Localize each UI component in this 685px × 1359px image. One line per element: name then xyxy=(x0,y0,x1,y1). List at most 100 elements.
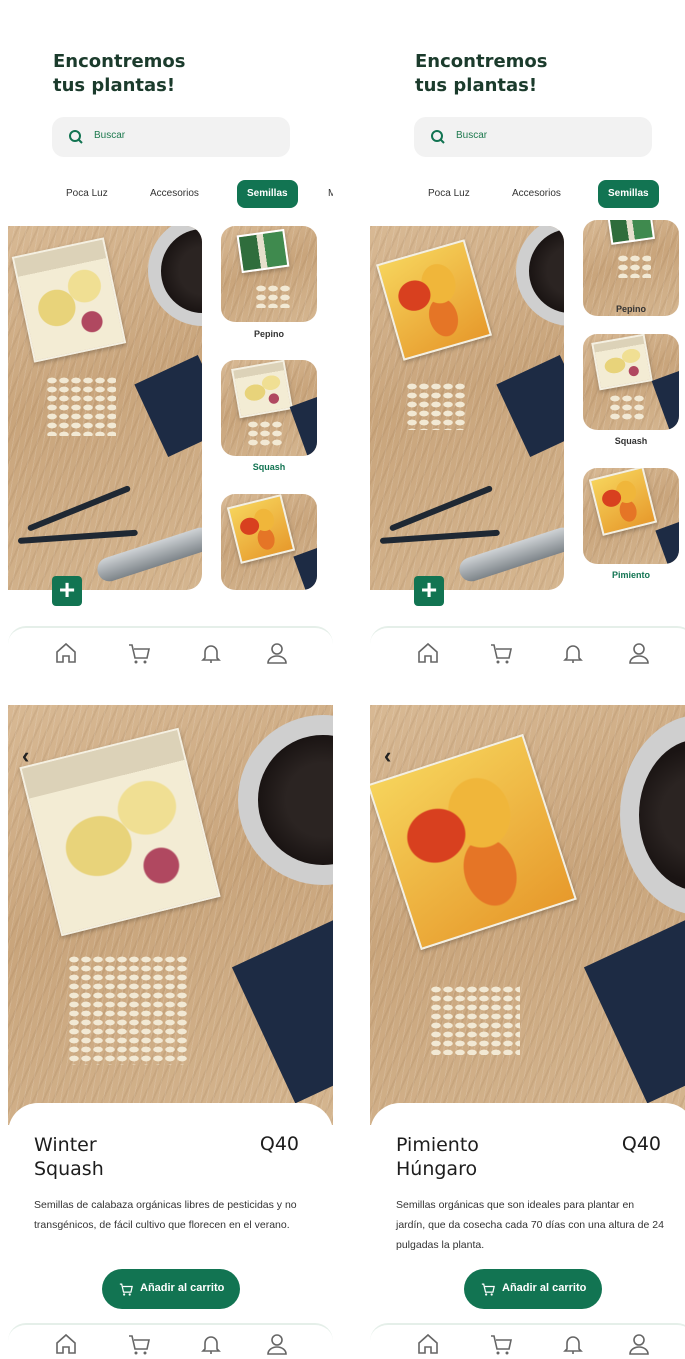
title-line2: tus plantas! xyxy=(53,75,176,96)
product-name-line2: Squash xyxy=(34,1158,104,1180)
product-name-line2: Húngaro xyxy=(396,1158,478,1180)
thumb-label-squash: Squash xyxy=(614,436,648,446)
bottom-nav xyxy=(8,626,333,680)
user-icon[interactable] xyxy=(264,640,290,666)
thumb-label-pepino: Pepino xyxy=(615,304,646,314)
product-name-line1: Pimiento xyxy=(396,1134,479,1156)
home-icon[interactable] xyxy=(53,1331,79,1357)
tab-semillas[interactable]: Semillas xyxy=(237,180,298,208)
user-icon[interactable] xyxy=(626,1331,652,1357)
user-icon[interactable] xyxy=(264,1331,290,1357)
add-button[interactable]: + xyxy=(414,576,444,606)
tab-accesorios[interactable]: Accesorios xyxy=(512,188,561,199)
product-name-line1: Winter xyxy=(34,1134,97,1156)
screen-detail-pimiento: ‹ Pimiento Húngaro Q40 Semillas orgánica… xyxy=(370,705,685,1359)
featured-product-image[interactable] xyxy=(8,226,202,590)
thumb-pepino[interactable] xyxy=(583,220,679,316)
soil-bowl xyxy=(148,226,202,326)
tab-more[interactable]: M xyxy=(328,188,333,199)
home-icon[interactable] xyxy=(415,640,441,666)
search-icon xyxy=(431,130,445,144)
product-price: Q40 xyxy=(621,1133,661,1155)
thumb-pimiento[interactable] xyxy=(221,494,317,590)
garden-fork xyxy=(26,485,132,532)
cucumber-packet xyxy=(606,220,656,245)
seeds xyxy=(430,985,520,1055)
black-bag xyxy=(496,354,564,458)
product-description: Semillas de calabaza orgánicas libres de… xyxy=(34,1199,297,1231)
cart-icon[interactable] xyxy=(126,1331,152,1357)
bell-icon[interactable] xyxy=(198,1331,224,1357)
cart-icon xyxy=(481,1283,495,1296)
soil-bowl xyxy=(620,715,685,915)
tab-accesorios[interactable]: Accesorios xyxy=(150,188,199,199)
thumb-pepino[interactable] xyxy=(221,226,317,322)
seeds xyxy=(617,254,651,278)
tab-poca-luz[interactable]: Poca Luz xyxy=(66,188,108,199)
bell-icon[interactable] xyxy=(560,640,586,666)
product-name: Winter Squash xyxy=(34,1133,104,1181)
bottom-nav xyxy=(370,626,685,680)
screen-listing-squash: Encontremos tus plantas! Buscar Poca Luz… xyxy=(8,0,333,680)
title-line1: Encontremos xyxy=(415,51,548,72)
thumb-label-squash: Squash xyxy=(252,462,286,472)
pepper-packet xyxy=(376,239,492,361)
thumb-pimiento[interactable] xyxy=(583,468,679,564)
screen-listing-pimiento: Encontremos tus plantas! Buscar Poca Luz… xyxy=(370,0,685,680)
black-bag xyxy=(134,354,202,458)
black-bag xyxy=(231,916,333,1104)
add-button[interactable]: + xyxy=(52,576,82,606)
thumb-squash[interactable] xyxy=(221,360,317,456)
soil-bowl xyxy=(516,226,564,326)
cart-icon[interactable] xyxy=(488,1331,514,1357)
add-to-cart-label: Añadir al carrito xyxy=(140,1282,225,1294)
squash-packet xyxy=(19,727,221,937)
pepper-packet xyxy=(588,468,658,536)
search-input[interactable]: Buscar xyxy=(414,117,652,157)
product-hero-image xyxy=(8,705,333,1125)
pepper-packet xyxy=(226,494,296,564)
soil-bowl xyxy=(238,715,333,885)
thumb-label-pepino: Pepino xyxy=(253,329,284,339)
seeds xyxy=(406,382,466,430)
cart-icon[interactable] xyxy=(126,640,152,666)
home-icon[interactable] xyxy=(53,640,79,666)
product-description: Semillas orgánicas que son ideales para … xyxy=(396,1199,664,1251)
garden-fork-tine xyxy=(379,529,500,544)
seeds xyxy=(46,376,116,436)
tab-poca-luz[interactable]: Poca Luz xyxy=(428,188,470,199)
garden-fork-tine xyxy=(17,529,138,544)
cart-icon[interactable] xyxy=(488,640,514,666)
screen-detail-squash: ‹ Winter Squash Q40 Semillas de calabaza… xyxy=(8,705,333,1359)
home-icon[interactable] xyxy=(415,1331,441,1357)
black-bag xyxy=(583,916,685,1104)
seeds xyxy=(68,955,188,1065)
bell-icon[interactable] xyxy=(198,640,224,666)
title-line1: Encontremos xyxy=(53,51,186,72)
back-button[interactable]: ‹ xyxy=(384,743,391,769)
product-info-sheet: Winter Squash Q40 Semillas de calabaza o… xyxy=(8,1103,333,1359)
search-placeholder: Buscar xyxy=(94,130,126,141)
featured-product-image[interactable] xyxy=(370,226,564,590)
add-to-cart-label: Añadir al carrito xyxy=(502,1282,587,1294)
product-info-sheet: Pimiento Húngaro Q40 Semillas orgánicas … xyxy=(370,1103,685,1359)
add-to-cart-button[interactable]: Añadir al carrito xyxy=(102,1269,240,1309)
squash-packet xyxy=(231,360,293,419)
category-tabs: Poca Luz Accesorios Semillas M xyxy=(8,180,333,210)
add-to-cart-button[interactable]: Añadir al carrito xyxy=(464,1269,602,1309)
search-icon xyxy=(69,130,83,144)
tab-semillas[interactable]: Semillas xyxy=(598,180,659,208)
page-title: Encontremos tus plantas! xyxy=(415,50,548,98)
seeds xyxy=(247,420,283,446)
cucumber-packet xyxy=(236,228,290,274)
thumb-squash[interactable] xyxy=(583,334,679,430)
search-input[interactable]: Buscar xyxy=(52,117,290,157)
bell-icon[interactable] xyxy=(560,1331,586,1357)
back-button[interactable]: ‹ xyxy=(22,743,29,769)
black-bag xyxy=(293,546,317,590)
page-title: Encontremos tus plantas! xyxy=(53,50,186,98)
black-bag xyxy=(289,396,317,456)
black-bag xyxy=(655,520,679,564)
pepper-packet xyxy=(370,733,577,951)
user-icon[interactable] xyxy=(626,640,652,666)
